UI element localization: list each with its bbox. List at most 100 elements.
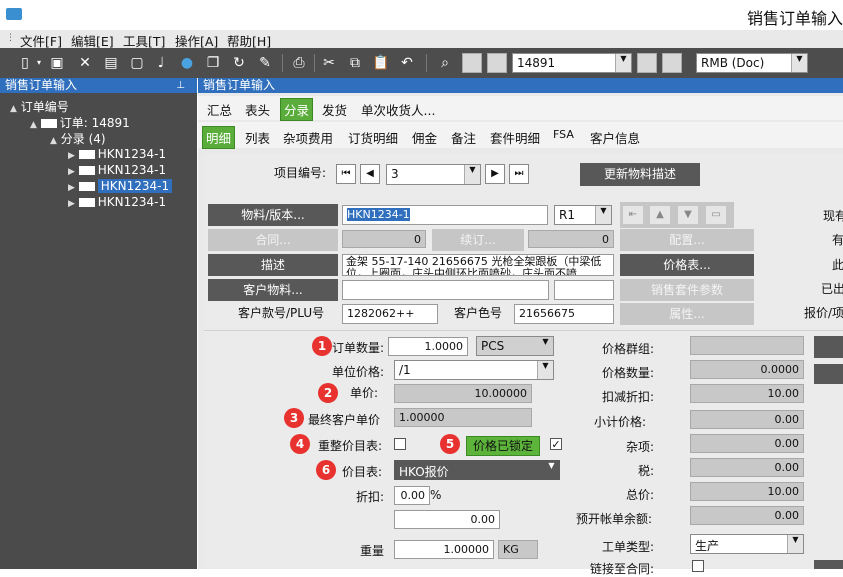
tree-order[interactable]: ▲ 订单: 14891 [30,114,130,131]
unit-price-combo[interactable]: /1 ▼ [394,360,554,380]
revision-combo[interactable]: R1 ▼ [554,205,612,225]
print-icon[interactable]: ⎙ [290,54,308,72]
config-button[interactable]: 配置... [620,229,754,251]
first-item-button[interactable]: ⏮ [336,164,356,184]
order-type-combo[interactable]: 生产 ▼ [690,534,804,554]
pin-icon[interactable]: ⊥ [176,78,185,93]
chevron-down-icon[interactable]: ▼ [544,461,559,479]
tree-item-selected[interactable]: ▶ HKN1234-1 [68,179,173,193]
chat-icon[interactable]: ● [178,54,196,72]
customer-item-extra-field[interactable] [554,280,614,300]
tab-order-detail[interactable]: 订货明细 [345,127,401,148]
currency-value: RMB (Doc) [701,56,765,70]
description-field[interactable]: 金架 55-17-140 21656675 光枪全架跟板（中梁低位，上圈面，庄头… [342,254,614,276]
delete-icon[interactable]: ✕ [76,54,94,72]
tab-detail[interactable]: 明细 [202,126,236,149]
tab-fsa[interactable]: FSA [550,127,577,142]
cut-icon[interactable]: ✂ [320,54,338,72]
attribute-button[interactable]: 属性... [620,303,754,325]
chevron-down-icon[interactable]: ▼ [787,535,803,553]
customer-item-field[interactable] [342,280,549,300]
copy-icon[interactable]: ❐ [204,54,222,72]
side-button[interactable] [814,364,843,384]
chevron-down-icon[interactable]: ▼ [595,206,611,224]
undo-icon[interactable]: ↶ [398,54,416,72]
chevron-down-icon[interactable]: ▼ [538,337,553,355]
refresh-icon[interactable]: ↻ [230,54,248,72]
tree-item[interactable]: ▶ HKN1234-1 [68,163,166,177]
tab-list[interactable]: 列表 [242,127,273,148]
next-item-button[interactable]: ▶ [485,164,505,184]
move-left-icon[interactable]: ⇤ [623,206,643,224]
cust-plu-field[interactable]: 1282062++ [342,304,438,324]
discount-unit: % [430,488,442,502]
separator [282,54,283,72]
uom-combo[interactable]: PCS ▼ [476,336,554,356]
rebalance-label: 重整价目表: [318,439,383,453]
discount-pct-field[interactable]: 0.00 [394,486,430,505]
reorder-button[interactable]: 续订... [432,229,524,251]
price-list-combo[interactable]: HKO报价 ▼ [394,460,560,480]
window-icon[interactable]: ▭ [706,206,726,224]
tab-commission[interactable]: 佣金 [409,127,440,148]
discount-label: 折扣: [356,490,385,504]
first-record-button[interactable] [462,53,482,73]
new-dropdown-icon[interactable]: ▾ [30,54,48,72]
rebalance-checkbox[interactable] [394,438,406,450]
tab-one-time-consignee[interactable]: 单次收货人... [358,99,438,120]
cust-color-field[interactable]: 21656675 [514,304,614,324]
paste-icon[interactable]: 📋 [372,54,390,72]
step-badge-5: 5 [440,434,460,454]
side-button[interactable] [814,336,843,358]
update-desc-button[interactable]: 更新物料描述 [580,163,700,186]
material-button[interactable]: 物料/版本... [208,204,338,226]
tab-summary[interactable]: 汇总 [204,99,235,120]
tab-misc-charges[interactable]: 杂项费用 [280,127,336,148]
currency-combo[interactable]: RMB (Doc) ▼ [696,53,808,73]
price-locked-button[interactable]: 价格已锁定 [466,436,540,456]
tree-group[interactable]: ▲ 分录 (4) [50,130,106,147]
price-list-button[interactable]: 价格表... [620,254,754,276]
tab-kit-detail[interactable]: 套件明细 [487,127,543,148]
price-list-label: 价目表: [342,465,383,479]
tab-notes[interactable]: 备注 [448,127,479,148]
kit-param-button[interactable]: 销售套件参数 [620,279,754,301]
qty-field[interactable]: 1.0000 [388,337,468,356]
clear-icon[interactable]: ✎ [256,54,274,72]
price-locked-checkbox[interactable]: ✓ [550,438,562,450]
last-item-button[interactable]: ⏭ [509,164,529,184]
link-contract-checkbox[interactable] [692,560,704,572]
tab-shipping[interactable]: 发货 [319,99,350,120]
prev-item-button[interactable]: ◀ [360,164,380,184]
tree-root[interactable]: ▲ 订单编号 [10,98,69,115]
contract-button[interactable]: 合同... [208,229,338,251]
next-record-button[interactable] [637,53,657,73]
material-field[interactable]: HKN1234-1 [342,205,548,225]
chevron-down-icon[interactable]: ▼ [615,54,631,72]
save-icon[interactable]: ▣ [48,54,66,72]
move-up-icon[interactable]: ▲ [650,206,670,224]
tree-item[interactable]: ▶ HKN1234-1 [68,147,166,161]
tree-item[interactable]: ▶ HKN1234-1 [68,195,166,209]
print-preview-icon[interactable]: ▤ [102,54,120,72]
chevron-down-icon[interactable]: ▼ [791,54,807,72]
prev-record-button[interactable] [487,53,507,73]
last-record-button[interactable] [662,53,682,73]
attach-icon[interactable]: ♩ [152,54,170,72]
chevron-down-icon[interactable]: ▼ [464,165,480,184]
copy2-icon[interactable]: ⧉ [346,54,364,72]
chevron-down-icon[interactable]: ▼ [537,361,553,379]
customer-item-button[interactable]: 客户物料... [208,279,338,301]
description-button[interactable]: 描述 [208,254,338,276]
tab-header[interactable]: 表头 [242,99,273,120]
item-no-combo[interactable]: 3 ▼ [386,164,481,185]
tab-lines[interactable]: 分录 [280,98,314,121]
tab-customer-info[interactable]: 客户信息 [587,127,643,148]
search-icon[interactable]: ⌕ [436,54,454,72]
record-combo[interactable]: 14891 ▼ [512,53,632,73]
side-button[interactable] [814,560,843,569]
weight-field[interactable]: 1.00000 [394,540,494,559]
page-icon[interactable]: ▢ [128,54,146,72]
discount-amount-field[interactable]: 0.00 [394,510,500,529]
move-down-icon[interactable]: ▼ [678,206,698,224]
